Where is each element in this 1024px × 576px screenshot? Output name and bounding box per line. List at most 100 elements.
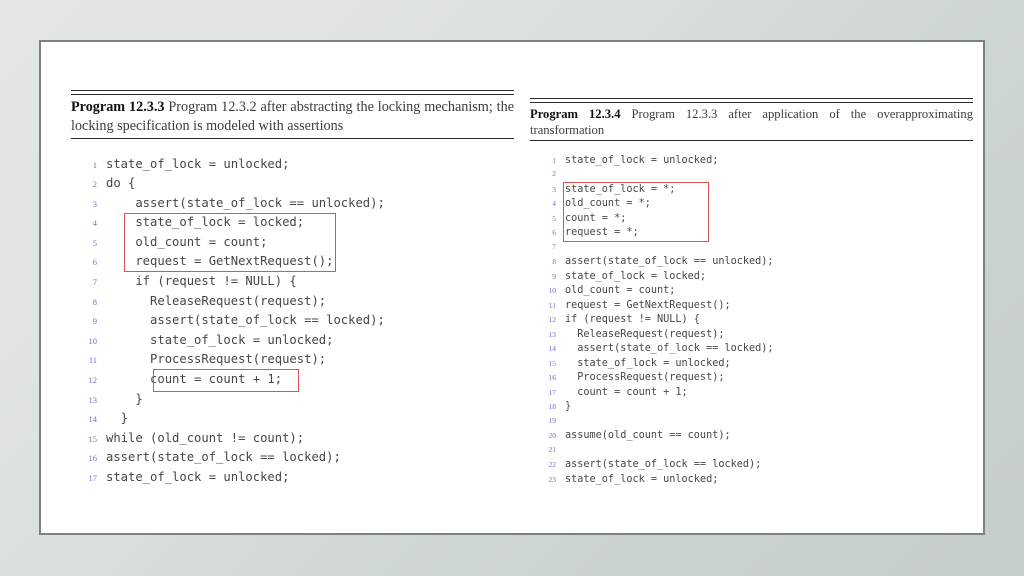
code-line-text: assert(state_of_lock == locked);: [106, 313, 385, 328]
caption-bottom-rule-right: [530, 139, 973, 141]
line-number: 14: [88, 414, 98, 425]
code-line: 13 ReleaseRequest(request);: [530, 329, 973, 344]
code-line: 20 assume(old_count == count);: [530, 430, 973, 445]
line-number: 15: [548, 358, 557, 368]
code-line: 10 state_of_lock = unlocked;: [71, 333, 514, 353]
line-number: 12: [548, 315, 557, 324]
code-line-text: state_of_lock = unlocked;: [565, 154, 719, 166]
code-line-text: ReleaseRequest(request);: [106, 293, 327, 308]
line-number: 4: [552, 199, 556, 208]
line-number: 1: [552, 155, 556, 165]
code-line: 5 old_count = count;: [71, 235, 514, 255]
caption-right: Program 12.3.4 Program 12.3.3 after appl…: [530, 103, 973, 140]
code-line-text: assert(state_of_lock == unlocked);: [565, 256, 774, 267]
code-line: 2 do {: [71, 176, 514, 196]
code-line: 9 assert(state_of_lock == locked);: [71, 313, 514, 333]
code-line-text: count = count + 1;: [565, 386, 688, 398]
code-line-text: ProcessRequest(request);: [565, 372, 725, 383]
line-number: 6: [552, 228, 556, 237]
line-number: 19: [548, 415, 557, 425]
line-number: 7: [552, 241, 556, 251]
code-line: 8 assert(state_of_lock == unlocked);: [530, 256, 973, 271]
line-number: 11: [88, 355, 97, 366]
line-number: 5: [92, 237, 97, 248]
code-line: 15 while (old_count != count);: [71, 431, 514, 451]
code-line-text: old_count = count;: [565, 285, 676, 296]
code-line: 19: [530, 416, 973, 431]
line-number: 21: [548, 444, 557, 454]
code-line: 23 state_of_lock = unlocked;: [530, 474, 973, 489]
code-line: 22 assert(state_of_lock == locked);: [530, 459, 973, 474]
line-number: 17: [88, 473, 98, 483]
code-listing-left: 1 state_of_lock = unlocked; 2 do { 3 assert(…: [71, 157, 514, 490]
code-line-text: state_of_lock = unlocked;: [106, 332, 334, 347]
code-line-text: assert(state_of_lock == locked);: [565, 459, 762, 470]
line-number: 8: [92, 296, 97, 307]
code-line-text: }: [106, 411, 129, 426]
code-line: 8 ReleaseRequest(request);: [71, 294, 514, 314]
code-line: 16 ProcessRequest(request);: [530, 372, 973, 387]
code-line-text: count = *;: [565, 212, 627, 224]
code-line: 1 state_of_lock = unlocked;: [530, 155, 973, 170]
code-line: 3 state_of_lock = *;: [530, 184, 973, 199]
code-line-text: count = count + 1;: [106, 372, 283, 387]
code-line: 6 request = GetNextRequest();: [71, 254, 514, 274]
code-line-text: state_of_lock = unlocked;: [106, 156, 290, 171]
caption-bottom-rule-left: [71, 137, 514, 139]
line-number: 16: [88, 453, 98, 464]
code-line-text: assume(old_count == count);: [565, 430, 731, 441]
code-line: 2: [530, 169, 973, 184]
code-line: 14 }: [71, 411, 514, 431]
slide-page: Program 12.3.3 Program 12.3.2 after abst…: [39, 40, 985, 535]
line-number: 10: [88, 335, 98, 346]
line-number: 12: [88, 375, 98, 386]
code-line-text: ReleaseRequest(request);: [565, 328, 725, 340]
code-line-text: state_of_lock = locked;: [565, 270, 707, 282]
caption-label-left: Program 12.3.3: [71, 98, 165, 115]
code-line-text: request = *;: [565, 227, 639, 238]
code-line-text: do {: [106, 176, 136, 191]
line-number: 13: [548, 329, 557, 339]
code-line: 7: [530, 242, 973, 257]
code-line-text: state_of_lock = *;: [565, 183, 676, 195]
line-number: 7: [92, 277, 97, 288]
line-number: 2: [92, 179, 97, 190]
code-line: 12 if (request != NULL) {: [530, 314, 973, 329]
code-line-text: }: [565, 401, 572, 412]
code-line-text: ProcessRequest(request);: [106, 352, 327, 367]
line-number: 20: [548, 431, 557, 440]
code-line: 12 count = count + 1;: [71, 372, 514, 392]
code-line: 17 state_of_lock = unlocked;: [71, 470, 514, 490]
line-number: 8: [552, 257, 556, 266]
line-number: 23: [548, 474, 557, 484]
line-number: 11: [548, 300, 556, 310]
code-line-text: assert(state_of_lock == unlocked);: [106, 195, 385, 210]
line-number: 1: [92, 159, 97, 170]
code-line-text: state_of_lock = unlocked;: [106, 470, 290, 484]
code-line: 4 old_count = *;: [530, 198, 973, 213]
program-panel-right: Program 12.3.4 Program 12.3.3 after appl…: [530, 98, 973, 488]
line-number: 3: [92, 198, 97, 209]
code-line: 18}: [530, 401, 973, 416]
code-line: 7 if (request != NULL) {: [71, 274, 514, 294]
caption-left: Program 12.3.3 Program 12.3.2 after abst…: [71, 95, 514, 138]
code-line-text: state_of_lock = locked;: [106, 215, 305, 230]
line-number: 9: [552, 271, 556, 281]
line-number: 5: [552, 213, 556, 223]
code-listing-right: 1 state_of_lock = unlocked; 2 3 state_of_loc…: [530, 155, 973, 489]
line-number: 6: [92, 257, 97, 268]
line-number: 3: [552, 184, 556, 194]
line-number: 15: [88, 433, 98, 444]
code-line: 17 count = count + 1;: [530, 387, 973, 402]
code-line: 6 request = *;: [530, 227, 973, 242]
line-number: 4: [92, 218, 97, 229]
code-line: 13 }: [71, 392, 514, 412]
code-line-text: assert(state_of_lock == locked);: [565, 343, 774, 354]
code-line: 4 state_of_lock = locked;: [71, 215, 514, 235]
code-line: 21: [530, 445, 973, 460]
line-number: 2: [552, 169, 556, 178]
code-line-text: state_of_lock = unlocked;: [565, 357, 731, 369]
code-line: 16 assert(state_of_lock == locked);: [71, 450, 514, 470]
line-number: 18: [548, 402, 557, 411]
code-line-text: state_of_lock = unlocked;: [565, 473, 719, 485]
